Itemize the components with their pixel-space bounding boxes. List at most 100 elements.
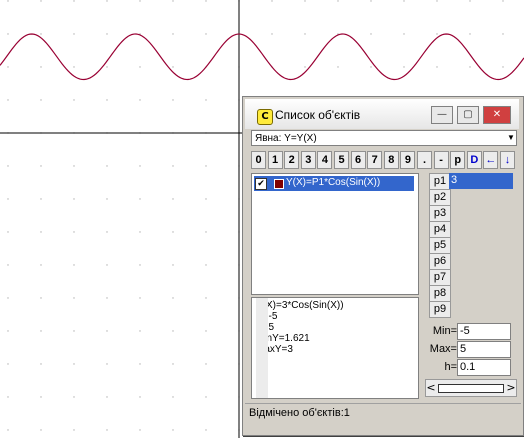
parameter-value[interactable] xyxy=(449,205,513,221)
parameter-row[interactable]: p2 xyxy=(421,189,515,206)
key-button[interactable]: 5 xyxy=(334,151,349,169)
parameter-value[interactable] xyxy=(449,285,513,301)
grid-dot xyxy=(7,264,9,266)
parameter-label[interactable]: p4 xyxy=(429,221,451,238)
parameter-value[interactable] xyxy=(449,269,513,285)
parameter-row[interactable]: p7 xyxy=(421,269,515,286)
grid-dot xyxy=(7,363,9,365)
key-button[interactable]: 9 xyxy=(400,151,416,169)
grid-dot xyxy=(172,297,174,299)
function-type-value: Явна: Y=Y(X) xyxy=(255,133,317,144)
key-button[interactable]: - xyxy=(433,151,449,169)
grid-dot xyxy=(106,66,108,68)
grid-dot xyxy=(403,66,405,68)
parameter-slider[interactable]: < > xyxy=(425,379,517,397)
key-button[interactable]: . xyxy=(417,151,432,169)
parameter-label[interactable]: p6 xyxy=(429,253,451,270)
title-bar[interactable]: C Список об'єктів — ▢ ✕ xyxy=(245,99,519,129)
object-list[interactable]: ✔ Y(X)=P1*Cos(Sin(X)) xyxy=(251,173,419,295)
key-button[interactable]: ↓ xyxy=(500,151,515,169)
object-label: Y(X)=P1*Cos(Sin(X)) xyxy=(286,177,381,188)
grid-dot xyxy=(205,264,207,266)
grid-dot xyxy=(337,0,339,2)
key-button[interactable]: 7 xyxy=(367,151,383,169)
parameter-label[interactable]: p3 xyxy=(429,205,451,222)
parameter-row[interactable]: p9 xyxy=(421,301,515,318)
key-button[interactable]: 0 xyxy=(251,151,266,169)
grid-dot xyxy=(7,231,9,233)
key-button[interactable]: 3 xyxy=(300,151,316,169)
parameter-value[interactable] xyxy=(449,221,513,237)
slider-left-arrow-icon[interactable]: < xyxy=(426,381,436,395)
grid-dot xyxy=(40,297,42,299)
parameter-label[interactable]: p1 xyxy=(429,173,451,190)
key-button[interactable]: p xyxy=(450,151,466,169)
grid-dot xyxy=(304,66,306,68)
grid-dot xyxy=(172,396,174,398)
key-button[interactable]: 8 xyxy=(383,151,399,169)
grid-dot xyxy=(172,363,174,365)
grid-dot xyxy=(502,66,504,68)
key-button[interactable]: 2 xyxy=(284,151,300,169)
minimize-button[interactable]: — xyxy=(431,106,453,124)
min-input[interactable]: -5 xyxy=(457,323,511,340)
info-scrollbar[interactable] xyxy=(256,298,268,398)
parameter-label[interactable]: p7 xyxy=(429,269,451,286)
parameter-value[interactable]: 3 xyxy=(449,173,513,189)
parameter-label[interactable]: p2 xyxy=(429,189,451,206)
parameter-value[interactable] xyxy=(449,237,513,253)
close-button[interactable]: ✕ xyxy=(483,106,511,124)
key-button[interactable]: ← xyxy=(483,151,499,169)
parameter-label[interactable]: p9 xyxy=(429,301,451,318)
object-list-window[interactable]: C Список об'єктів — ▢ ✕ Явна: Y=Y(X) ▼ 0… xyxy=(242,96,524,436)
grid-dot xyxy=(172,165,174,167)
grid-dot xyxy=(205,363,207,365)
slider-right-arrow-icon[interactable]: > xyxy=(506,381,516,395)
grid-dot xyxy=(139,363,141,365)
grid-dot xyxy=(7,297,9,299)
grid-dot xyxy=(205,198,207,200)
key-button[interactable]: D xyxy=(466,151,482,169)
grid-dot xyxy=(205,297,207,299)
parameter-value[interactable] xyxy=(449,301,513,317)
key-button[interactable]: 6 xyxy=(350,151,366,169)
list-item[interactable]: ✔ Y(X)=P1*Cos(Sin(X)) xyxy=(254,176,414,191)
parameter-label[interactable]: p5 xyxy=(429,237,451,254)
grid-dot xyxy=(106,396,108,398)
parameter-row[interactable]: p8 xyxy=(421,285,515,302)
max-input[interactable]: 5 xyxy=(457,341,511,358)
key-button[interactable]: 1 xyxy=(267,151,283,169)
grid-dot xyxy=(139,165,141,167)
function-type-select[interactable]: Явна: Y=Y(X) ▼ xyxy=(251,130,517,146)
grid-dot xyxy=(7,330,9,332)
parameter-label[interactable]: p8 xyxy=(429,285,451,302)
parameter-value[interactable] xyxy=(449,253,513,269)
grid-dot xyxy=(205,396,207,398)
slider-track[interactable] xyxy=(438,384,504,393)
parameter-row[interactable]: p4 xyxy=(421,221,515,238)
grid-dot xyxy=(436,66,438,68)
parameter-row[interactable]: p6 xyxy=(421,253,515,270)
grid-dot xyxy=(403,0,405,2)
visibility-checkbox[interactable]: ✔ xyxy=(255,178,267,190)
grid-dot xyxy=(106,231,108,233)
grid-dot xyxy=(205,165,207,167)
color-swatch[interactable] xyxy=(274,179,284,189)
grid-dot xyxy=(139,429,141,431)
grid-dot xyxy=(7,99,9,101)
step-input[interactable]: 0.1 xyxy=(457,359,511,376)
parameter-row[interactable]: p1 3 xyxy=(421,173,515,190)
maximize-button[interactable]: ▢ xyxy=(457,106,479,124)
grid-dot xyxy=(172,330,174,332)
function-curve[interactable] xyxy=(0,33,524,81)
grid-dot xyxy=(469,33,471,35)
dropdown-arrow-icon[interactable]: ▼ xyxy=(506,131,516,145)
window-title: Список об'єктів xyxy=(275,108,361,122)
parameter-row[interactable]: p3 xyxy=(421,205,515,222)
grid-dot xyxy=(139,264,141,266)
min-label: Min= xyxy=(432,325,457,337)
key-button[interactable]: 4 xyxy=(317,151,333,169)
parameter-row[interactable]: p5 xyxy=(421,237,515,254)
parameter-value[interactable] xyxy=(449,189,513,205)
grid-dot xyxy=(172,231,174,233)
